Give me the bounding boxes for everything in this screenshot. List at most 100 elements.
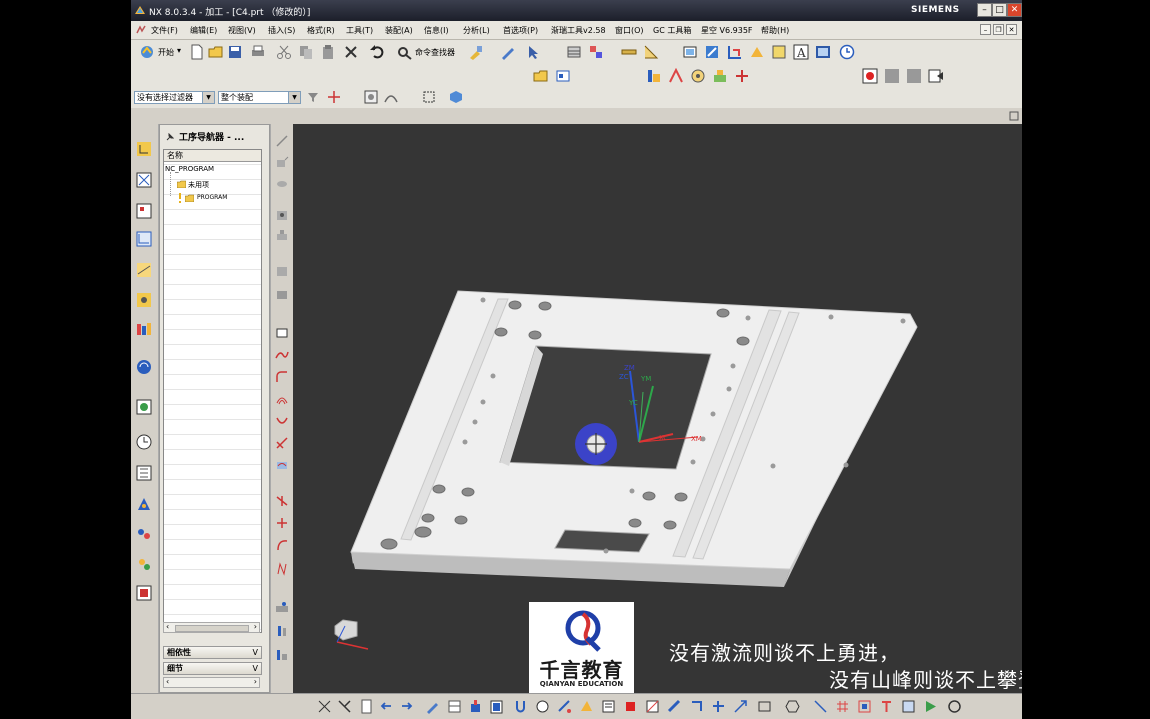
doc-close-button[interactable]: ✕ — [1006, 24, 1017, 35]
arrow-left-icon[interactable] — [379, 699, 394, 714]
ops-list-icon[interactable] — [646, 68, 662, 84]
machine-tool-navigator-icon[interactable] — [136, 262, 152, 278]
scroll-left-icon[interactable]: ‹ — [166, 622, 169, 631]
hole-icon[interactable] — [275, 208, 289, 222]
assembly-icon[interactable] — [727, 44, 743, 60]
selection-icon[interactable] — [526, 44, 542, 60]
method-icon[interactable] — [734, 68, 750, 84]
filter-reset-icon[interactable] — [306, 90, 320, 104]
operation-navigator-icon[interactable] — [136, 231, 152, 247]
new-file-icon[interactable] — [189, 44, 205, 60]
cube-icon[interactable] — [449, 90, 463, 104]
stop-icon[interactable] — [906, 68, 922, 84]
create-view-icon[interactable] — [555, 68, 571, 84]
edit-face-icon[interactable] — [901, 699, 916, 714]
capture-icon[interactable] — [689, 699, 704, 714]
start-icon[interactable] — [139, 44, 155, 60]
drafting-icon[interactable] — [771, 44, 787, 60]
extract-curve-icon[interactable] — [275, 538, 289, 552]
paint-brush-icon[interactable] — [468, 44, 484, 60]
play-icon[interactable] — [923, 699, 938, 714]
system-scenes-icon[interactable] — [136, 556, 152, 572]
web-browser-icon[interactable] — [136, 359, 152, 375]
spline-icon[interactable] — [275, 348, 289, 362]
fillet-icon[interactable] — [275, 370, 289, 384]
close-button[interactable]: ✕ — [1007, 3, 1022, 17]
paste-icon[interactable] — [320, 44, 336, 60]
magnet-icon[interactable] — [513, 699, 528, 714]
arrow-right-icon[interactable] — [399, 699, 414, 714]
machine-tool-icon[interactable] — [690, 68, 706, 84]
fit-view-icon[interactable] — [317, 699, 332, 714]
revolve-icon[interactable] — [275, 177, 289, 191]
roles-icon[interactable] — [136, 527, 152, 543]
trim-curve-icon[interactable] — [275, 436, 289, 450]
cut-icon[interactable] — [276, 44, 292, 60]
menu-help[interactable]: 帮助(H) — [761, 25, 789, 36]
pause-icon[interactable] — [884, 68, 900, 84]
spreadsheet-icon[interactable] — [815, 44, 831, 60]
reuse-library-icon[interactable] — [136, 292, 152, 308]
route-icon[interactable] — [749, 44, 765, 60]
maximize-view-icon[interactable] — [1009, 111, 1019, 121]
annotation-icon[interactable]: A — [793, 44, 809, 60]
system-materials-icon[interactable] — [136, 434, 152, 450]
menu-view[interactable]: 视图(V) — [228, 25, 256, 36]
layout-icon[interactable] — [447, 699, 462, 714]
dependencies-section[interactable]: 相依性 V — [163, 646, 262, 659]
sphere-icon[interactable] — [535, 699, 550, 714]
pocket-icon[interactable] — [275, 264, 289, 278]
menu-format[interactable]: 格式(R) — [307, 25, 335, 36]
layer-icon[interactable] — [566, 44, 582, 60]
details-scrollbar[interactable]: ‹ › — [163, 677, 260, 688]
constraint-navigator-icon[interactable] — [136, 172, 152, 188]
edit-object-icon[interactable] — [500, 44, 516, 60]
assembly-navigator-icon[interactable] — [136, 141, 152, 157]
pin-icon[interactable] — [165, 133, 174, 142]
tools-icon[interactable] — [711, 699, 726, 714]
project-curve-icon[interactable] — [275, 494, 289, 508]
measure-angle-icon[interactable] — [643, 44, 659, 60]
command-finder-icon[interactable] — [397, 44, 413, 60]
start-dropdown-icon[interactable]: ▾ — [177, 46, 181, 55]
copy-icon[interactable] — [298, 44, 314, 60]
details-section[interactable]: 细节 V — [163, 662, 262, 675]
document-icon[interactable] — [359, 699, 374, 714]
clock-icon[interactable] — [839, 44, 855, 60]
menu-assembly[interactable]: 装配(A) — [385, 25, 413, 36]
menu-insert[interactable]: 插入(S) — [268, 25, 295, 36]
measure-distance-icon[interactable] — [621, 44, 637, 60]
select-curve-icon[interactable] — [384, 90, 398, 104]
text-tool-icon[interactable] — [879, 699, 894, 714]
clipboard-icon[interactable] — [489, 699, 504, 714]
bucket-icon[interactable] — [468, 699, 483, 714]
boss-icon[interactable] — [275, 228, 289, 242]
part-cube-icon[interactable] — [623, 699, 638, 714]
target-icon[interactable] — [857, 699, 872, 714]
intersect-curve-icon[interactable] — [275, 516, 289, 530]
rectangle-icon[interactable] — [275, 326, 289, 340]
horizontal-scrollbar[interactable]: ‹ › — [163, 622, 260, 633]
menu-file[interactable]: 文件(F) — [151, 25, 178, 36]
menu-analysis[interactable]: 分析(L) — [463, 25, 490, 36]
menu-preferences[interactable]: 首选项(P) — [503, 25, 538, 36]
scroll-thumb[interactable] — [175, 625, 249, 632]
select-face-icon[interactable] — [364, 90, 378, 104]
hd3d-tools-icon[interactable] — [136, 321, 152, 337]
rectangle-select-icon[interactable] — [757, 699, 772, 714]
delete-icon[interactable] — [343, 44, 359, 60]
geometry-icon[interactable] — [712, 68, 728, 84]
tree-item-nc-program[interactable]: NC_PROGRAM — [165, 165, 214, 173]
app-menu-icon[interactable] — [136, 25, 146, 35]
doc-minimize-button[interactable]: – — [980, 24, 991, 35]
manufacturing-wizards-icon[interactable] — [136, 496, 152, 512]
menu-edit[interactable]: 编辑(E) — [190, 25, 217, 36]
type-filter-select[interactable]: 没有选择过滤器 ▼ — [134, 91, 215, 104]
extrude-icon[interactable] — [275, 155, 289, 169]
part-navigator-icon[interactable] — [136, 203, 152, 219]
name-column-header[interactable]: 名称 — [164, 150, 261, 162]
tool-path-icon[interactable] — [668, 68, 684, 84]
graphics-window[interactable]: ZM YM ZC YC XC XM 千言教育 QIANYAN EDUCATION… — [293, 124, 1022, 693]
rectangle-select-icon[interactable] — [422, 90, 436, 104]
open-folder-icon[interactable] — [208, 44, 224, 60]
